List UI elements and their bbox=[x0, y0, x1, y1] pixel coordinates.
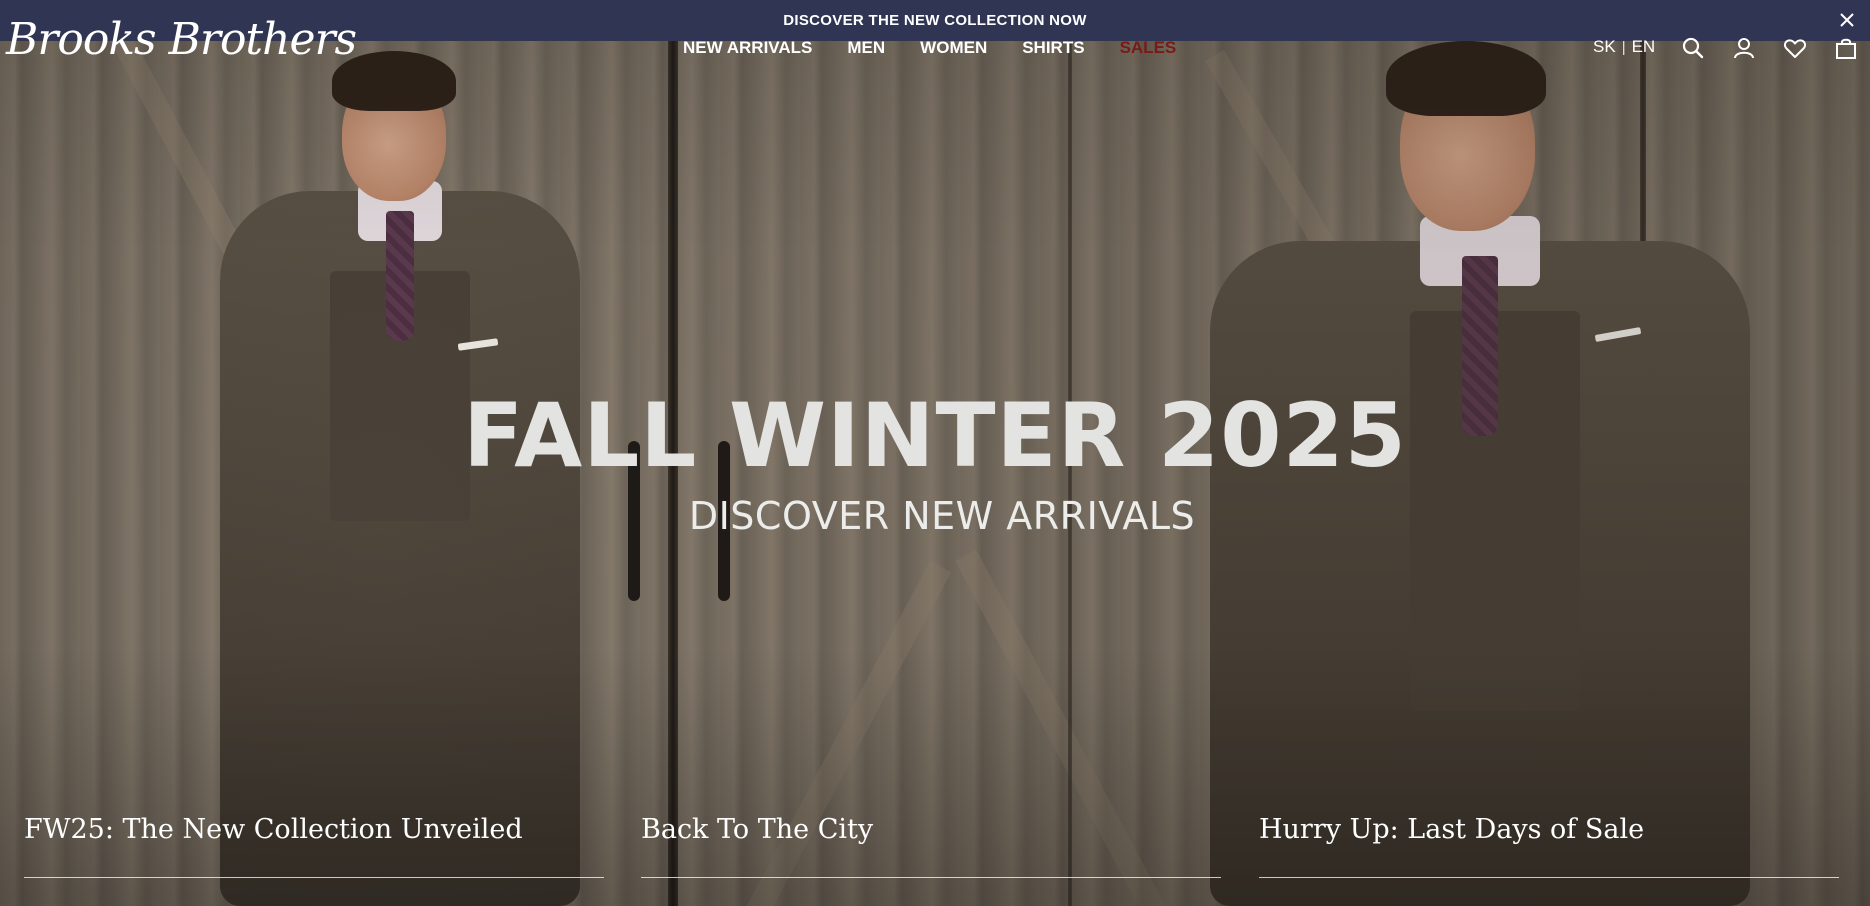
nav-item-sales[interactable]: SALES bbox=[1120, 38, 1177, 58]
card-divider bbox=[1259, 877, 1839, 878]
card-divider bbox=[641, 877, 1221, 878]
nav-item-shirts[interactable]: SHIRTS bbox=[1022, 38, 1084, 58]
main-nav: NEW ARRIVALS MEN WOMEN SHIRTS SALES bbox=[683, 38, 1211, 58]
account-icon[interactable] bbox=[1732, 36, 1756, 60]
brand-logo[interactable]: Brooks Brothers bbox=[6, 18, 357, 62]
card-divider bbox=[24, 877, 604, 878]
nav-item-new-arrivals[interactable]: NEW ARRIVALS bbox=[683, 38, 812, 58]
language-en[interactable]: EN bbox=[1632, 37, 1656, 57]
card-label: Back To The City bbox=[641, 814, 874, 845]
wishlist-heart-icon[interactable] bbox=[1783, 36, 1807, 60]
card-new-collection[interactable]: FW25: The New Collection Unveiled bbox=[24, 814, 604, 878]
shopping-bag-icon[interactable] bbox=[1834, 36, 1858, 60]
hero-title: FALL WINTER 2025 bbox=[463, 384, 1407, 487]
card-label: Hurry Up: Last Days of Sale bbox=[1259, 814, 1645, 845]
language-sk[interactable]: SK bbox=[1593, 37, 1616, 57]
nav-item-women[interactable]: WOMEN bbox=[920, 38, 987, 58]
search-icon[interactable] bbox=[1681, 36, 1705, 60]
language-separator: | bbox=[1621, 38, 1626, 56]
card-back-to-city[interactable]: Back To The City bbox=[641, 814, 1221, 878]
hero-subtitle[interactable]: DISCOVER NEW ARRIVALS bbox=[0, 497, 1870, 535]
card-label: FW25: The New Collection Unveiled bbox=[24, 814, 523, 845]
nav-item-men[interactable]: MEN bbox=[847, 38, 885, 58]
close-icon[interactable] bbox=[1836, 9, 1858, 31]
language-switcher: SK | EN bbox=[1593, 37, 1655, 57]
announcement-text[interactable]: DISCOVER THE NEW COLLECTION NOW bbox=[783, 12, 1086, 29]
card-last-days-sale[interactable]: Hurry Up: Last Days of Sale bbox=[1259, 814, 1839, 878]
